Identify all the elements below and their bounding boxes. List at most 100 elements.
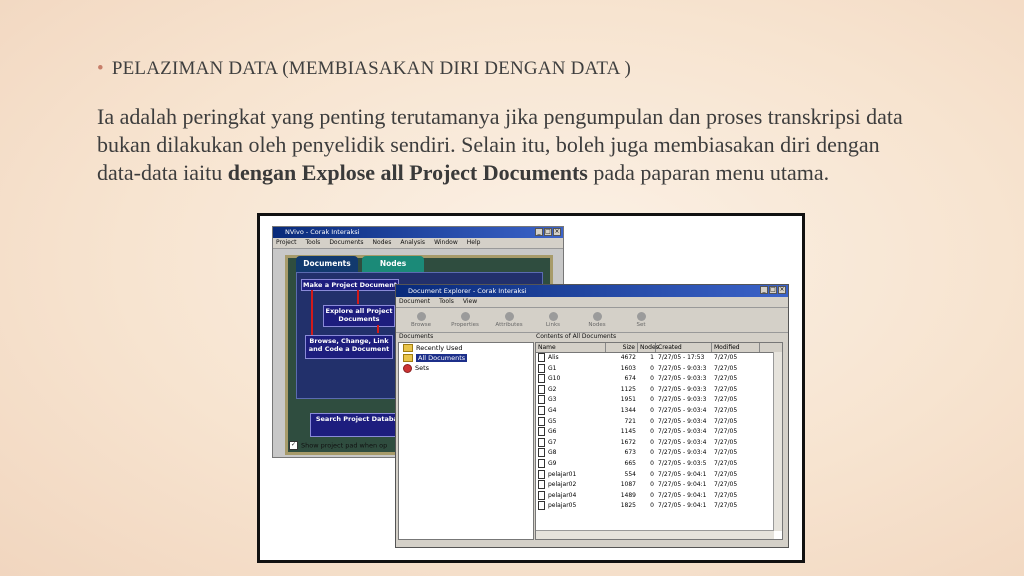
table-row[interactable]: pelajar02 1087 0 7/27/05 - 9:04:1 7/27/05 [536,480,782,491]
table-cell: 7/27/05 [712,491,760,502]
cell-text: 0 [650,428,654,436]
slide-paragraph: Ia adalah peringkat yang penting terutam… [97,103,927,187]
table-row[interactable]: G6 1145 0 7/27/05 - 9:03:4 7/27/05 [536,427,782,438]
table-row[interactable]: pelajar04 1489 0 7/27/05 - 9:04:1 7/27/05 [536,490,782,502]
nodes-tool[interactable]: Nodes [582,312,612,328]
cell-text: 1489 [620,491,636,499]
maximize-icon[interactable]: □ [544,228,552,236]
explore-documents-button[interactable]: Explore all Project Documents [323,305,395,327]
table-row[interactable]: G10 674 0 7/27/05 - 9:03:3 7/27/05 [536,374,782,385]
table-cell: 7/27/05 - 9:03:4 [656,427,712,438]
menu-tools[interactable]: Tools [439,297,454,307]
table-row[interactable]: G8 673 0 7/27/05 - 9:03:4 7/27/05 [536,448,782,459]
cell-text: 7/27/05 [714,385,738,393]
table-row[interactable]: G3 1951 0 7/27/05 - 9:03:3 7/27/05 [536,395,782,406]
cell-text: 7/27/05 [714,406,738,414]
column-nodes[interactable]: Nodes [638,343,659,352]
table-cell: 7/27/05 [712,438,760,449]
menu-view[interactable]: View [463,297,477,307]
cell-text: 0 [650,459,654,467]
table-cell: 1087 [606,480,638,491]
cell-text: 1125 [620,385,636,393]
vertical-scrollbar[interactable] [773,352,782,531]
tree-item-all-documents[interactable]: All Documents [399,353,533,363]
table-cell: G5 [536,416,606,428]
cell-text: 0 [650,481,654,489]
cell-text: G2 [548,385,557,393]
menu-analysis[interactable]: Analysis [400,238,425,248]
minimize-icon[interactable]: _ [535,228,543,236]
tree-item-sets[interactable]: Sets [399,363,533,373]
attributes-tool[interactable]: Attributes [494,312,524,328]
table-row[interactable]: G9 665 0 7/27/05 - 9:03:5 7/27/05 [536,458,782,470]
table-cell: 0 [638,427,656,438]
table-row[interactable]: pelajar05 1825 0 7/27/05 - 9:04:1 7/27/05 [536,501,782,512]
sets-icon [403,363,412,373]
cell-text: 7/27/05 [714,438,738,446]
document-icon [538,374,545,384]
tree-item-recent[interactable]: Recently Used [399,343,533,353]
nodes-icon [592,312,602,321]
document-icon [538,458,545,468]
cell-text: 7/27/05 - 17:53 [658,354,705,361]
links-icon [548,312,558,321]
cell-text: 7/27/05 [714,417,738,425]
folder-icon [403,354,413,362]
column-name[interactable]: Name [536,343,606,352]
tab-documents[interactable]: Documents [296,256,358,272]
table-cell: 7/27/05 - 9:03:4 [656,438,712,449]
properties-tool[interactable]: Properties [450,312,480,328]
browse-document-button[interactable]: Browse, Change, Link and Code a Document [305,335,393,359]
menu-documents[interactable]: Documents [329,238,363,248]
table-row[interactable]: G1 1603 0 7/27/05 - 9:03:3 7/27/05 [536,363,782,375]
table-cell: 7/27/05 - 9:04:1 [656,470,712,481]
cell-text: 1087 [620,481,636,489]
table-cell: 1672 [606,438,638,449]
table-cell: 7/27/05 [712,353,760,364]
cell-text: 7/27/05 [714,459,738,467]
menu-document[interactable]: Document [399,297,430,307]
cell-text: 7/27/05 - 9:03:5 [658,459,707,467]
maximize-icon[interactable]: □ [769,286,777,294]
horizontal-scrollbar[interactable] [536,530,774,539]
cell-text: 554 [624,470,636,478]
set-tool[interactable]: Set [626,312,656,328]
cell-text: 7/27/05 - 9:03:4 [658,406,707,414]
close-icon[interactable]: × [778,286,786,294]
tab-nodes[interactable]: Nodes [362,256,424,272]
table-row[interactable]: G5 721 0 7/27/05 - 9:03:4 7/27/05 [536,416,782,428]
cell-text: 4672 [620,354,636,361]
table-row[interactable]: G2 1125 0 7/27/05 - 9:03:3 7/27/05 [536,384,782,396]
folder-icon [403,344,413,352]
table-cell: 7/27/05 - 9:04:1 [656,501,712,512]
checkbox-checked-icon[interactable]: ✓ [289,441,298,450]
column-size[interactable]: Size [606,343,638,352]
links-tool[interactable]: Links [538,312,568,328]
table-cell: 0 [638,501,656,512]
make-document-button[interactable]: Make a Project Document [301,279,399,291]
column-created[interactable]: Created [656,343,712,352]
table-row[interactable]: G7 1672 0 7/27/05 - 9:03:4 7/27/05 [536,437,782,449]
document-icon [538,427,545,437]
bullet-dot-icon: • [97,58,104,79]
document-icon [538,437,545,447]
menu-window[interactable]: Window [434,238,458,248]
show-pad-option[interactable]: ✓ Show project pad when op [289,441,387,450]
menu-help[interactable]: Help [467,238,481,248]
column-modified[interactable]: Modified [712,343,760,352]
table-cell: 7/27/05 [712,480,760,491]
menu-tools[interactable]: Tools [306,238,321,248]
table-row[interactable]: G4 1344 0 7/27/05 - 9:03:4 7/27/05 [536,405,782,417]
menu-nodes[interactable]: Nodes [373,238,392,248]
table-cell: G9 [536,458,606,470]
table-row[interactable]: pelajar01 554 0 7/27/05 - 9:04:1 7/27/05 [536,469,782,481]
menu-project[interactable]: Project [276,238,297,248]
cell-text: 0 [650,502,654,510]
cell-text: 0 [650,364,654,372]
close-icon[interactable]: × [553,228,561,236]
browse-tool[interactable]: Browse [406,312,436,328]
table-row[interactable]: Alis 4672 1 7/27/05 - 17:53 7/27/05 [536,353,782,364]
document-icon [538,448,545,458]
cell-text: 7/27/05 [714,449,738,457]
minimize-icon[interactable]: _ [760,286,768,294]
